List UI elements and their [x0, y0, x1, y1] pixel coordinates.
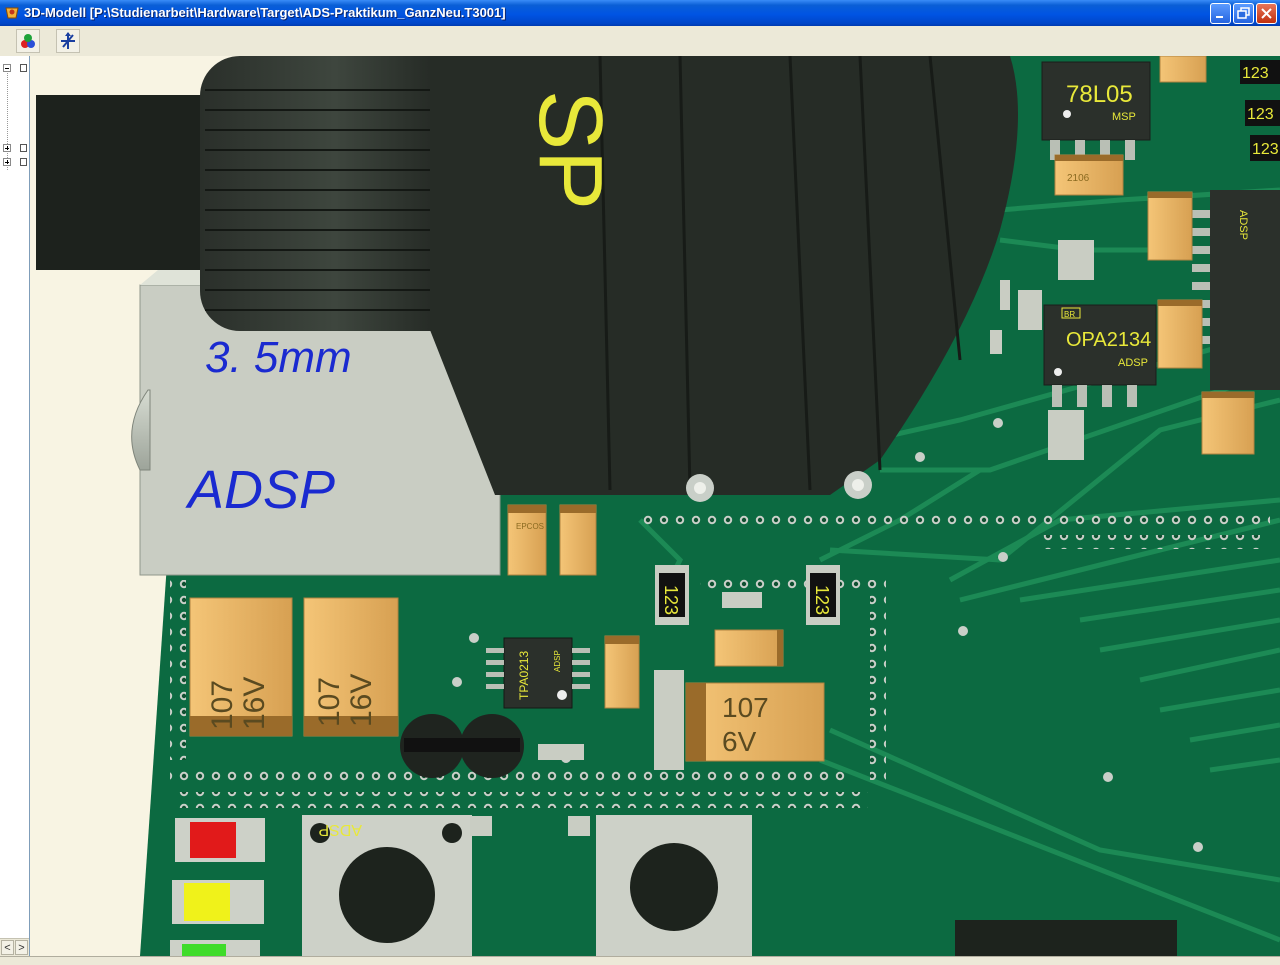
cap-b-voltage: 16V — [345, 674, 378, 727]
view-axis-button[interactable] — [56, 29, 80, 53]
tree-node[interactable] — [3, 64, 27, 74]
resistor-label: 123 — [661, 585, 681, 615]
window-title: 3D-Modell [P:\Studienarbeit\Hardware\Tar… — [24, 5, 506, 20]
layer-colors-button[interactable] — [16, 29, 40, 53]
node-checkbox[interactable] — [20, 144, 27, 152]
pcb-3d-render: 3. 5mm ADSP SP 78L05 MSP BR OPA2134 ADSP — [30, 56, 1280, 956]
led-yellow — [184, 883, 230, 921]
opamp-sub: ADSP — [1118, 357, 1148, 369]
cap-a-voltage: 16V — [238, 677, 271, 730]
regulator-label: 78L05 — [1066, 81, 1133, 108]
app-icon — [5, 7, 19, 19]
title-bar: 3D-Modell [P:\Studienarbeit\Hardware\Tar… — [0, 0, 1280, 26]
restore-icon — [1237, 7, 1250, 19]
scroll-right-button[interactable]: > — [15, 940, 28, 955]
jack-brand-label: ADSP — [185, 460, 335, 520]
axis-view-icon — [61, 32, 75, 49]
connector-brand-label: SP — [520, 90, 620, 210]
resistor-label: 123 — [1247, 106, 1274, 123]
color-layers-icon — [21, 34, 35, 48]
cap-small-label: 2106 — [1067, 173, 1090, 184]
close-button[interactable] — [1256, 3, 1277, 24]
resistor-label: 123 — [1252, 141, 1279, 158]
node-checkbox[interactable] — [20, 64, 27, 72]
expand-icon[interactable] — [3, 144, 11, 152]
expand-icon[interactable] — [3, 158, 11, 166]
cap-c-voltage: 6V — [722, 726, 757, 757]
amp-ic-sub: ADSP — [553, 650, 562, 672]
node-checkbox[interactable] — [20, 158, 27, 166]
opamp-label: OPA2134 — [1066, 329, 1151, 351]
toolbar — [0, 26, 1280, 57]
minimize-icon — [1216, 16, 1223, 18]
resistor-label: 123 — [812, 585, 832, 615]
ic-right-label: ADSP — [1237, 210, 1249, 240]
close-icon — [1261, 8, 1272, 19]
tree-node[interactable] — [3, 158, 27, 168]
cap-small-alt-label: EPCOS — [516, 522, 544, 531]
regulator-sub: MSP — [1112, 111, 1136, 123]
layer-tree-panel: < > — [0, 56, 30, 956]
cap-c-value: 107 — [722, 692, 769, 723]
resistor-label: 123 — [1242, 65, 1269, 82]
collapse-icon[interactable] — [3, 64, 11, 72]
opamp-tag: BR — [1064, 310, 1075, 319]
minimize-button[interactable] — [1210, 3, 1231, 24]
maximize-button[interactable] — [1233, 3, 1254, 24]
tree-horizontal-scrollbar[interactable]: < > — [0, 938, 29, 956]
cap-a-value: 107 — [206, 680, 239, 730]
cap-b-value: 107 — [313, 677, 346, 727]
amp-ic-label: TPA0213 — [517, 651, 531, 700]
button-label: ADSP — [318, 821, 362, 838]
tree-node[interactable] — [3, 144, 27, 154]
bottom-connector — [955, 920, 1177, 956]
led-green — [182, 944, 226, 956]
jack-size-label: 3. 5mm — [205, 333, 352, 382]
scroll-left-button[interactable]: < — [1, 940, 14, 955]
led-red — [190, 822, 236, 858]
3d-viewport[interactable]: 3. 5mm ADSP SP 78L05 MSP BR OPA2134 ADSP — [30, 56, 1280, 956]
